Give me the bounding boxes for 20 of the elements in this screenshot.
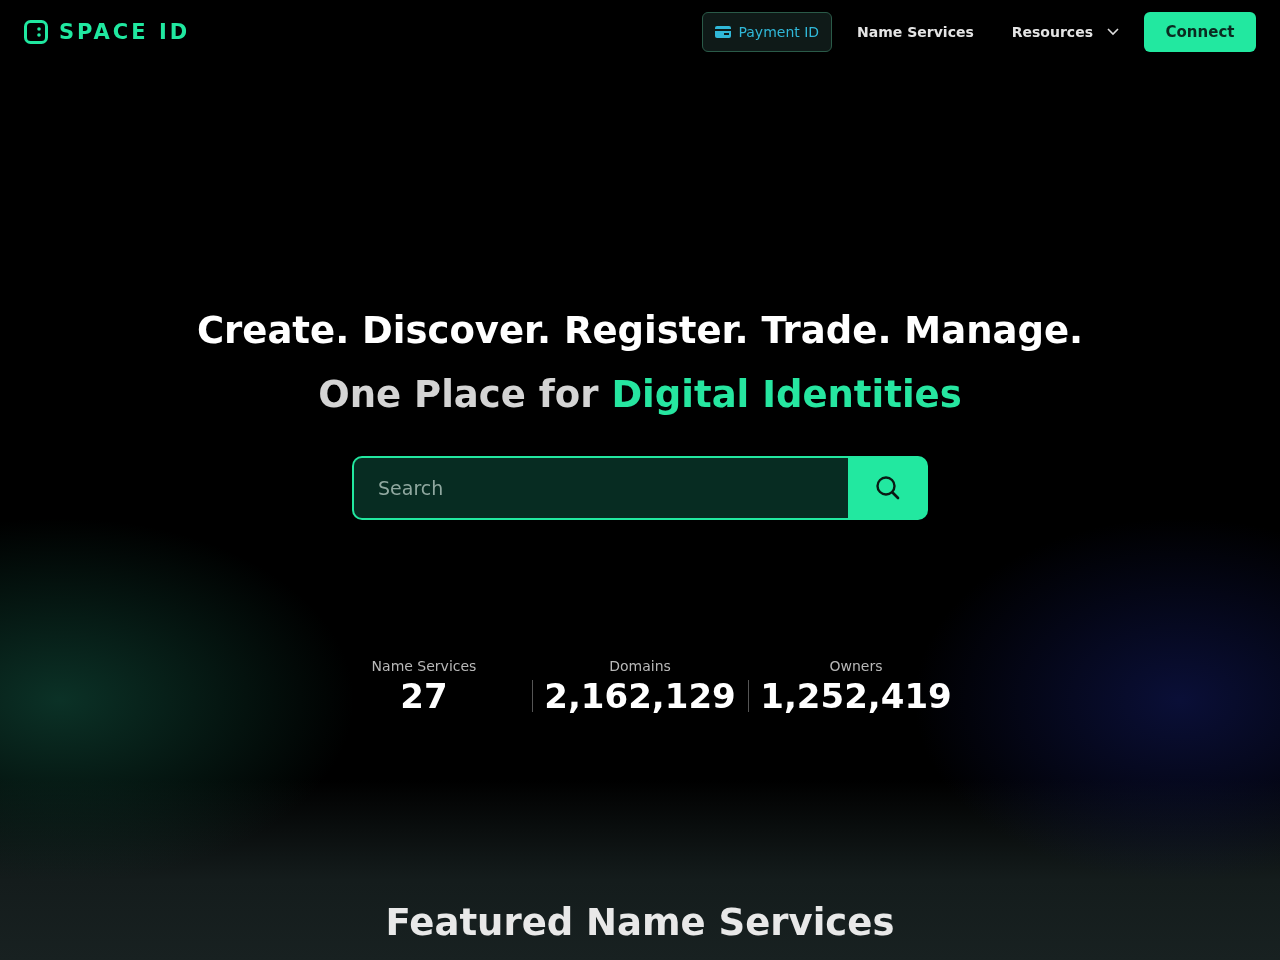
logo-icon [24, 20, 48, 44]
nav-dropdown[interactable]: Resources [998, 12, 1132, 52]
stat-label: Owners [829, 658, 883, 674]
payment-id-button[interactable]: Payment ID [702, 12, 833, 52]
connect-button[interactable]: Connect [1144, 12, 1256, 52]
stat-value: 27 [400, 676, 448, 716]
chevron-down-icon [1107, 28, 1119, 36]
card-icon [715, 26, 732, 38]
logo-text: SPACE ID [59, 20, 191, 44]
stat-value: 2,162,129 [544, 676, 736, 716]
subheadline: One Place for Digital Identities [318, 372, 962, 418]
search-icon [875, 475, 901, 501]
headline: Create. Discover. Register. Trade. Manage. [196, 308, 1084, 354]
search-field[interactable]: Search [352, 456, 848, 520]
stat-label: Name Services [371, 658, 477, 674]
section-title: Featured Name Services [385, 900, 895, 946]
stat-label: Domains [609, 658, 671, 674]
nav-link[interactable]: Name Services [844, 12, 987, 52]
stat-value: 1,252,419 [760, 676, 952, 716]
search-button[interactable] [848, 456, 928, 520]
